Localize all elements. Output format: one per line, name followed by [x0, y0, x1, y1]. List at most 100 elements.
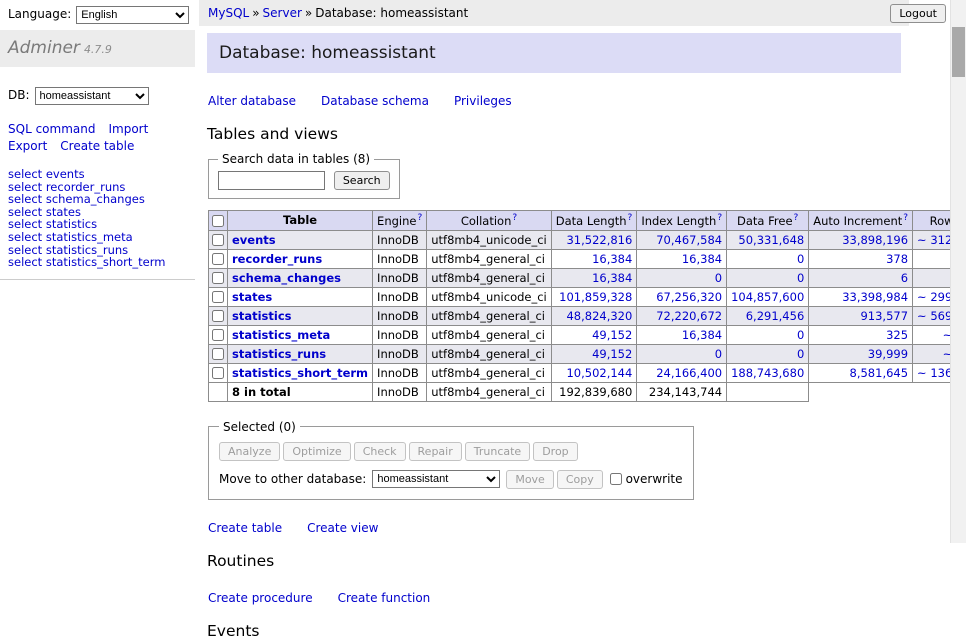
row-checkbox[interactable]	[212, 329, 224, 341]
collation-cell: utf8mb4_general_ci	[427, 268, 552, 287]
sidebar-link[interactable]: Export	[8, 139, 47, 153]
collation-cell: utf8mb4_unicode_ci	[427, 287, 552, 306]
collation-cell: utf8mb4_general_ci	[427, 249, 552, 268]
search-button[interactable]: Search	[334, 171, 390, 190]
column-header: Index Length?	[637, 211, 727, 231]
language-select[interactable]: English	[76, 6, 189, 24]
table-row: statistics_runsInnoDButf8mb4_general_ci4…	[209, 344, 966, 363]
column-header: Data Length?	[551, 211, 637, 231]
row-checkbox[interactable]	[212, 272, 224, 284]
db-action-link[interactable]: Alter database	[208, 94, 296, 108]
table-name-link[interactable]: events	[232, 233, 276, 247]
move-row: Move to other database:homeassistantMove…	[219, 470, 683, 489]
help-link[interactable]: ?	[417, 213, 422, 223]
table-name-link[interactable]: recorder_runs	[232, 252, 322, 266]
breadcrumb-mysql-link[interactable]: MySQL	[208, 6, 249, 20]
drop-button[interactable]: Drop	[533, 442, 577, 461]
collation-cell: utf8mb4_general_ci	[427, 325, 552, 344]
table-name-link[interactable]: schema_changes	[232, 271, 341, 285]
sidebar-link[interactable]: Import	[108, 122, 148, 136]
index-length-cell: 72,220,672	[637, 306, 727, 325]
engine-cell: InnoDB	[373, 344, 427, 363]
sidebar-link[interactable]: SQL command	[8, 122, 95, 136]
repair-button[interactable]: Repair	[409, 442, 462, 461]
row-checkbox[interactable]	[212, 367, 224, 379]
data-length-cell: 10,502,144	[551, 363, 637, 382]
check-button[interactable]: Check	[354, 442, 406, 461]
data-length-cell: 49,152	[551, 325, 637, 344]
auto-increment-cell: 6	[809, 268, 913, 287]
tables-header-row: TableEngine?Collation?Data Length?Index …	[209, 211, 966, 231]
move-button[interactable]: Move	[506, 470, 554, 489]
data-free-cell: 188,743,680	[727, 363, 809, 382]
row-checkbox[interactable]	[212, 310, 224, 322]
column-header: Auto Increment?	[809, 211, 913, 231]
data-free-cell: 6,291,456	[727, 306, 809, 325]
auto-increment-cell: 378	[809, 249, 913, 268]
sidebar-table-links: select eventsselect recorder_runsselect …	[8, 168, 187, 269]
index-length-cell: 0	[637, 268, 727, 287]
overwrite-checkbox[interactable]	[610, 473, 622, 485]
sidebar-table-link[interactable]: select schema_changes	[8, 193, 187, 206]
select-all-checkbox[interactable]	[212, 215, 224, 227]
breadcrumb-separator: »	[252, 6, 259, 20]
main-content: Database: homeassistant Alter databaseDa…	[207, 26, 919, 640]
help-link[interactable]: ?	[512, 213, 517, 223]
row-checkbox[interactable]	[212, 253, 224, 265]
routine-link[interactable]: Create function	[338, 591, 431, 605]
help-link[interactable]: ?	[794, 213, 799, 223]
sidebar-table-link[interactable]: select events	[8, 168, 187, 181]
db-action-link[interactable]: Privileges	[454, 94, 512, 108]
row-checkbox[interactable]	[212, 234, 224, 246]
truncate-button[interactable]: Truncate	[465, 442, 530, 461]
table-row: statistics_short_termInnoDButf8mb4_gener…	[209, 363, 966, 382]
help-link[interactable]: ?	[628, 213, 633, 223]
help-link[interactable]: ?	[717, 213, 722, 223]
sidebar-link[interactable]: Create table	[60, 139, 134, 153]
app-name: Adminer	[8, 38, 80, 58]
db-actions: Alter database Database schema Privileges	[208, 94, 919, 108]
vertical-scrollbar[interactable]	[950, 0, 966, 543]
column-header: Table	[228, 211, 373, 231]
optimize-button[interactable]: Optimize	[283, 442, 350, 461]
total-index-length-cell: 234,143,744	[637, 382, 727, 401]
copy-button[interactable]: Copy	[557, 470, 603, 489]
routine-link[interactable]: Create procedure	[208, 591, 313, 605]
sidebar-table-link[interactable]: select statistics_meta	[8, 231, 187, 244]
logout-button[interactable]: Logout	[890, 4, 946, 23]
sidebar-table-link[interactable]: select statistics_short_term	[8, 256, 187, 269]
table-row: schema_changesInnoDButf8mb4_general_ci16…	[209, 268, 966, 287]
auto-increment-cell: 325	[809, 325, 913, 344]
index-length-cell: 70,467,584	[637, 230, 727, 249]
overwrite-label[interactable]: overwrite	[626, 472, 683, 486]
data-length-cell: 49,152	[551, 344, 637, 363]
table-name-link[interactable]: statistics_short_term	[232, 366, 368, 380]
column-header: Data Free?	[727, 211, 809, 231]
data-free-cell: 104,857,600	[727, 287, 809, 306]
row-checkbox[interactable]	[212, 291, 224, 303]
create-link[interactable]: Create table	[208, 521, 282, 535]
move-db-select[interactable]: homeassistant	[372, 470, 500, 488]
db-action-link[interactable]: Database schema	[321, 94, 429, 108]
help-link[interactable]: ?	[903, 213, 908, 223]
table-name-link[interactable]: statistics_runs	[232, 347, 326, 361]
index-length-cell: 16,384	[637, 249, 727, 268]
breadcrumb-separator: »	[305, 6, 312, 20]
selected-fieldset: Selected (0) AnalyzeOptimizeCheckRepairT…	[208, 420, 694, 500]
collation-cell: utf8mb4_general_ci	[427, 363, 552, 382]
table-name-link[interactable]: states	[232, 290, 272, 304]
analyze-button[interactable]: Analyze	[219, 442, 280, 461]
data-length-cell: 31,522,816	[551, 230, 637, 249]
sidebar-divider	[0, 279, 195, 280]
scrollbar-thumb[interactable]	[952, 27, 965, 77]
routine-links: Create procedure Create function	[208, 591, 919, 605]
data-length-cell: 16,384	[551, 249, 637, 268]
search-input[interactable]	[218, 171, 325, 190]
routines-heading: Routines	[207, 552, 919, 570]
row-checkbox[interactable]	[212, 348, 224, 360]
table-name-link[interactable]: statistics_meta	[232, 328, 330, 342]
breadcrumb-server-link[interactable]: Server	[263, 6, 302, 20]
table-name-link[interactable]: statistics	[232, 309, 292, 323]
db-select[interactable]: homeassistant	[35, 87, 149, 105]
create-link[interactable]: Create view	[307, 521, 378, 535]
